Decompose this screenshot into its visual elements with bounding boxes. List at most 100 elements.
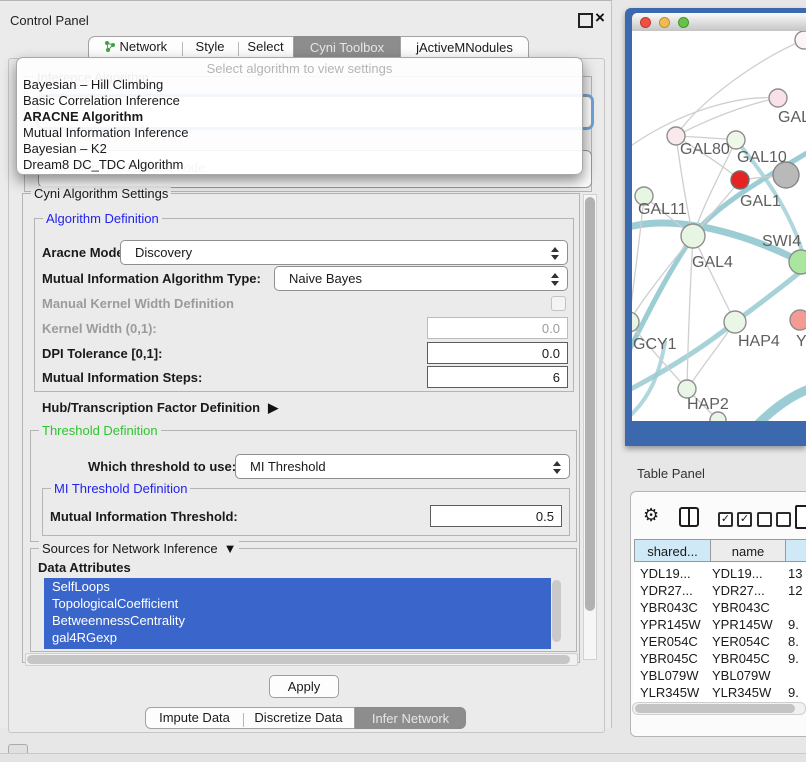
gear-icon[interactable]: ⚙	[643, 505, 659, 526]
cell-name: YBL079W	[712, 667, 782, 684]
tab-jactivemnodules-label: jActiveMNodules	[416, 40, 513, 55]
cell-extra: 13	[788, 565, 806, 582]
edge	[756, 388, 806, 421]
data-attributes-list: SelfLoops TopologicalCoefficient Between…	[44, 578, 551, 649]
screenshot-root: Control Panel × Network StyleSelect Cyni …	[0, 0, 806, 762]
dropdown-item[interactable]: Bayesian – K2	[23, 141, 576, 157]
network-node[interactable]	[681, 224, 705, 248]
node-label: GAL10	[737, 149, 787, 166]
aracne-mode-combo[interactable]: Discovery	[120, 240, 568, 265]
cell-extra: 12	[788, 582, 806, 599]
network-node[interactable]	[790, 310, 806, 330]
tab-style[interactable]: Style	[183, 37, 238, 57]
mi-algorithm-type-label: Mutual Information Algorithm Type:	[42, 271, 261, 286]
dropdown-item-list: Bayesian – Hill Climbing Basic Correlati…	[23, 77, 576, 173]
which-threshold-combo[interactable]: MI Threshold	[235, 454, 570, 479]
mi-steps-field[interactable]: 6	[427, 366, 568, 388]
dpi-tolerance-field[interactable]: 0.0	[427, 342, 568, 364]
cell-shared: YBR043C	[640, 599, 710, 616]
edge	[687, 322, 735, 389]
list-item[interactable]: BetweennessCentrality	[44, 612, 551, 629]
threshold-definition-title: Threshold Definition	[39, 423, 161, 438]
settings-scrollbar-thumb[interactable]	[585, 197, 595, 611]
close-traffic-light[interactable]	[640, 17, 651, 28]
mi-threshold-field[interactable]: 0.5	[430, 505, 562, 527]
table-hscrollbar-thumb[interactable]	[635, 704, 795, 713]
tab-group-left: Network StyleSelect	[88, 36, 294, 58]
which-threshold-value: MI Threshold	[250, 459, 326, 474]
list-item[interactable]: gal4RGexp	[44, 629, 551, 646]
tab-select[interactable]: Select	[239, 37, 293, 57]
control-panel-title: Control Panel	[10, 13, 89, 28]
dropdown-item[interactable]: Mutual Information Inference	[23, 125, 576, 141]
mi-algorithm-type-combo[interactable]: Naive Bayes	[274, 266, 568, 291]
list-item[interactable]: SelfLoops	[44, 578, 551, 595]
cell-extra: 9.	[788, 616, 806, 633]
dropdown-item-selected[interactable]: ARACNE Algorithm	[23, 109, 576, 125]
tab-jactivemnodules[interactable]: jActiveMNodules	[400, 36, 529, 58]
column-header-shared[interactable]: shared...	[634, 539, 711, 562]
algorithm-dropdown-popup: Select algorithm to view settings Bayesi…	[16, 57, 583, 175]
tab-discretize-data-label: Discretize Data	[254, 710, 342, 725]
dropdown-item[interactable]: Bayesian – Hill Climbing	[23, 77, 576, 93]
hub-definition-expander[interactable]: Hub/Transcription Factor Definition▶	[42, 400, 278, 416]
cell-extra: 8.	[788, 633, 806, 650]
cell-name: YBR043C	[712, 599, 782, 616]
list-item[interactable]: TopologicalCoefficient	[44, 595, 551, 612]
list-scrollbar-thumb[interactable]	[552, 580, 561, 642]
kernel-width-label: Kernel Width (0,1):	[42, 321, 157, 336]
tab-impute-data[interactable]: Impute Data	[147, 708, 243, 728]
node-label: GAL1	[740, 193, 781, 210]
kernel-width-field[interactable]: 0.0	[427, 317, 568, 339]
dropdown-item[interactable]: Dream8 DC_TDC Algorithm	[23, 157, 576, 173]
checkbox-empty-icon	[776, 512, 791, 527]
settings-hscrollbar-thumb[interactable]	[27, 655, 570, 664]
network-node[interactable]	[724, 311, 746, 333]
status-strip	[0, 753, 806, 762]
close-icon[interactable]: ×	[595, 8, 605, 28]
aracne-mode-label: Aracne Mode:	[42, 245, 128, 260]
cell-name: YBR045C	[712, 650, 782, 667]
unchecked-pair-icon[interactable]	[757, 511, 791, 527]
checked-pair-icon[interactable]: ✓✓	[718, 511, 752, 527]
tab-infer-network[interactable]: Infer Network	[355, 707, 466, 729]
data-attributes-label: Data Attributes	[38, 560, 131, 575]
tab-network-label: Network	[119, 39, 167, 54]
zoom-traffic-light[interactable]	[678, 17, 689, 28]
mi-threshold-title: MI Threshold Definition	[51, 481, 190, 496]
tab-discretize-data[interactable]: Discretize Data	[244, 708, 354, 728]
cell-shared: YBL079W	[640, 667, 710, 684]
cyni-algorithm-settings-title: Cyni Algorithm Settings	[31, 186, 171, 201]
sources-expander[interactable]: Sources for Network Inference▼	[39, 541, 239, 556]
network-canvas[interactable]: GAL GAL80 GAL10 GAL1 GAL11 SWI4 GAL4 GCY…	[632, 31, 806, 421]
dpi-tolerance-label: DPI Tolerance [0,1]:	[42, 346, 162, 361]
network-node[interactable]	[710, 412, 726, 421]
float-window-icon[interactable]	[578, 13, 593, 28]
tab-cyni-toolbox[interactable]: Cyni Toolbox	[294, 36, 400, 58]
node-label: HAP2	[687, 396, 729, 413]
network-graph: GAL GAL80 GAL10 GAL1 GAL11 SWI4 GAL4 GCY…	[632, 31, 806, 421]
minimize-traffic-light[interactable]	[659, 17, 670, 28]
cell-name: YLR345W	[712, 684, 782, 701]
sources-title: Sources for Network Inference	[42, 541, 218, 556]
cell-shared: YLR345W	[640, 684, 710, 701]
document-icon[interactable]	[795, 505, 806, 529]
split-panel-icon[interactable]	[679, 507, 699, 527]
network-node-selected[interactable]	[731, 171, 749, 189]
cell-extra: 9.	[788, 684, 806, 701]
column-header-extra[interactable]	[785, 539, 806, 562]
apply-button[interactable]: Apply	[269, 675, 339, 698]
tab-cyni-toolbox-label: Cyni Toolbox	[310, 40, 384, 55]
tab-network[interactable]: Network	[90, 37, 182, 57]
node-label: SWI4	[762, 233, 801, 250]
node-label: GAL	[778, 109, 806, 126]
column-header-name[interactable]: name	[710, 539, 786, 562]
network-node[interactable]	[769, 89, 787, 107]
dropdown-item[interactable]: Basic Correlation Inference	[23, 93, 576, 109]
network-node[interactable]	[789, 250, 806, 274]
network-node[interactable]	[795, 31, 806, 49]
manual-kernel-width-checkbox[interactable]	[551, 296, 566, 311]
cell-name: YPR145W	[712, 616, 782, 633]
node-label: Y	[796, 333, 806, 350]
expander-right-icon: ▶	[268, 400, 278, 416]
